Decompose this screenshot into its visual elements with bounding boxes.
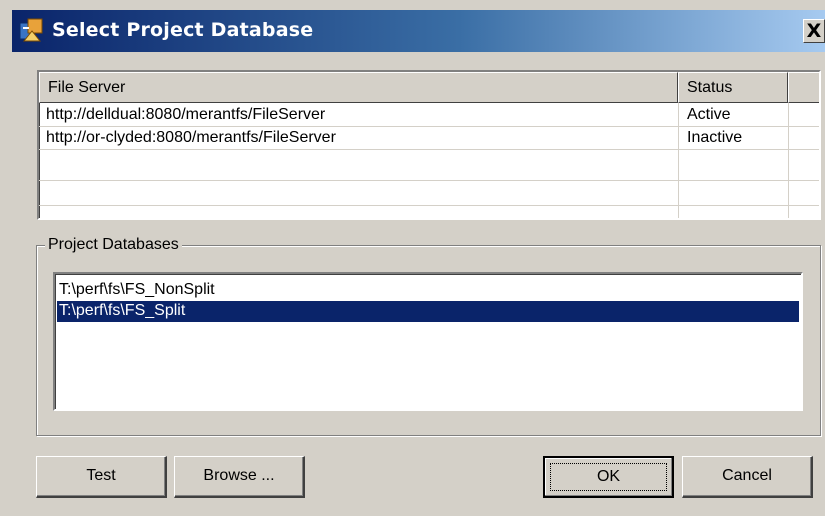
dialog-title: Select Project Database: [52, 19, 314, 41]
table-row[interactable]: http://delldual:8080/merantfs/FileServer…: [39, 104, 819, 126]
column-header-file-server[interactable]: File Server: [39, 72, 678, 103]
row-divider: [39, 205, 819, 206]
browse-button-label: Browse ...: [203, 467, 275, 484]
list-item[interactable]: T:\perf\fs\FS_NonSplit: [57, 280, 799, 301]
select-project-database-dialog: Select Project Database X File Server St…: [0, 0, 825, 516]
test-button-label: Test: [86, 467, 116, 484]
ok-button[interactable]: OK: [543, 456, 674, 498]
project-database-list[interactable]: T:\perf\fs\FS_NonSplit T:\perf\fs\FS_Spl…: [53, 272, 803, 411]
server-status: Inactive: [687, 129, 743, 146]
browse-button[interactable]: Browse ...: [174, 456, 305, 498]
row-divider: [39, 149, 819, 150]
title-bar[interactable]: Select Project Database X: [12, 10, 825, 52]
cancel-button-label: Cancel: [722, 467, 772, 484]
app-database-icon: [19, 18, 43, 42]
list-item-selected[interactable]: T:\perf\fs\FS_Split: [57, 301, 799, 322]
file-server-header: File Server Status: [39, 72, 819, 103]
file-server-list[interactable]: File Server Status http://delldual:8080/…: [37, 70, 821, 220]
ok-button-label: OK: [596, 468, 621, 485]
test-button[interactable]: Test: [36, 456, 167, 498]
project-databases-label: Project Databases: [45, 235, 182, 255]
close-icon: X: [806, 20, 822, 42]
table-row[interactable]: http://or-clyded:8080/merantfs/FileServe…: [39, 127, 819, 149]
cancel-button[interactable]: Cancel: [682, 456, 813, 498]
server-status: Active: [687, 106, 731, 123]
column-header-filler: [788, 72, 819, 103]
server-url: http://delldual:8080/merantfs/FileServer: [46, 106, 326, 123]
close-button[interactable]: X: [803, 19, 825, 43]
server-url: http://or-clyded:8080/merantfs/FileServe…: [46, 129, 336, 146]
column-header-status[interactable]: Status: [678, 72, 788, 103]
row-divider: [39, 180, 819, 181]
